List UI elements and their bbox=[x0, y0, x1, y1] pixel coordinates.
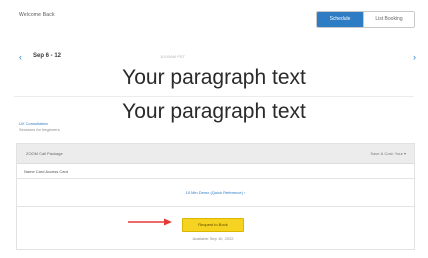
demo-link[interactable]: 10 Min Demo (Quick Reference) › bbox=[186, 190, 246, 195]
list-booking-toggle-button[interactable]: List Booking bbox=[363, 12, 414, 27]
card-row: Name Card Access Card bbox=[17, 164, 414, 179]
top-bar: Welcome Back Schedule List Booking bbox=[0, 0, 428, 34]
divider bbox=[14, 96, 414, 97]
date-navigation: ‹ Sep 6 - 12 10:00AM PST › bbox=[0, 50, 428, 64]
red-arrow-icon bbox=[128, 218, 172, 226]
card-row-text: Name Card Access Card bbox=[24, 169, 69, 174]
app-name: Welcome Back bbox=[19, 12, 55, 18]
view-toggle: Schedule List Booking bbox=[316, 11, 415, 28]
page: Welcome Back Schedule List Booking ‹ Sep… bbox=[0, 0, 428, 258]
service-title-link[interactable]: UX Consultation bbox=[19, 121, 48, 126]
schedule-toggle-button[interactable]: Schedule bbox=[317, 12, 363, 27]
card-header-dropdown[interactable]: Save & Cost: Your ▾ bbox=[370, 151, 406, 156]
chevron-right-icon[interactable]: › bbox=[413, 50, 416, 64]
card-header-title: ZOOM Call Package bbox=[26, 151, 63, 156]
overlay-paragraph-1: Your paragraph text bbox=[122, 66, 306, 89]
card-link-row: 10 Min Demo (Quick Reference) › bbox=[17, 179, 414, 207]
service-subtitle: Sessions for beginners bbox=[19, 127, 60, 132]
time-label: 10:00AM PST bbox=[160, 54, 185, 59]
booking-card: ZOOM Call Package Save & Cost: Your ▾ Na… bbox=[16, 143, 415, 250]
date-range-label: Sep 6 - 12 bbox=[33, 53, 62, 59]
chevron-left-icon[interactable]: ‹ bbox=[19, 50, 22, 64]
card-header: ZOOM Call Package Save & Cost: Your ▾ bbox=[17, 144, 414, 164]
overlay-paragraph-2: Your paragraph text bbox=[122, 100, 306, 123]
availability-note: Available Sep 10, 2022 bbox=[192, 236, 234, 241]
request-to-book-button[interactable]: Request to Book bbox=[182, 218, 244, 232]
